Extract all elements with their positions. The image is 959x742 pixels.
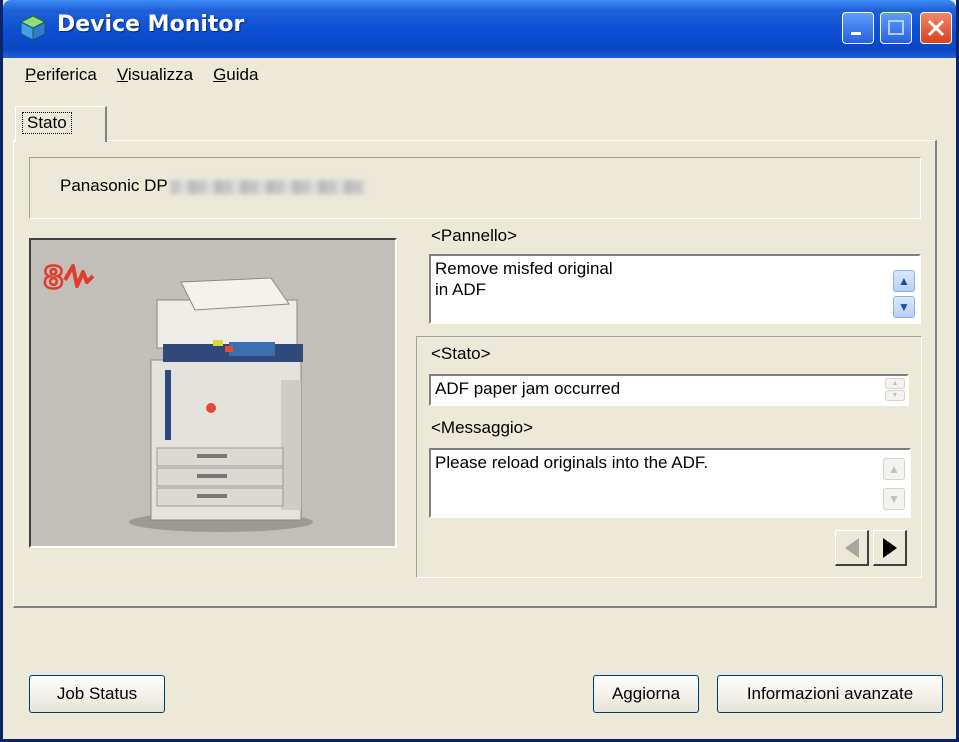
maximize-button[interactable]: [880, 12, 912, 44]
minimize-icon: [851, 32, 861, 35]
advanced-info-label: Informazioni avanzate: [746, 684, 914, 703]
status-value: ADF paper jam occurred: [435, 379, 621, 398]
tab-stato[interactable]: Stato: [15, 106, 107, 142]
mnemonic: P: [25, 65, 37, 84]
menu-label-rest: isualizza: [127, 65, 194, 84]
menu-guida[interactable]: Guida: [213, 65, 258, 85]
chevron-up-icon: ▲: [891, 380, 899, 387]
title-bar[interactable]: Device Monitor: [3, 0, 956, 58]
svg-text:8: 8: [43, 261, 64, 296]
job-status-label: Job Status: [56, 684, 138, 703]
job-status-button[interactable]: Job Status: [29, 675, 165, 713]
chevron-down-icon: ▼: [888, 492, 900, 506]
menu-bar: Periferica Visualizza Guida: [3, 58, 956, 92]
chevron-down-icon: ▼: [898, 300, 910, 314]
printer-image-view: 8: [29, 238, 397, 548]
device-name-text: Panasonic DP: [60, 176, 168, 195]
device-monitor-window: Device Monitor Periferica Visualizza Gui…: [0, 0, 959, 742]
device-name: Panasonic DP: [60, 176, 366, 196]
message-label: <Messaggio>: [431, 418, 534, 437]
previous-message-button[interactable]: [835, 530, 869, 566]
message-scroll-down-button[interactable]: ▼: [883, 488, 905, 510]
left-arrow-icon: [845, 538, 859, 558]
status-spin-down[interactable]: ▼: [885, 390, 905, 401]
device-name-box: Panasonic DP: [29, 157, 921, 219]
close-icon: [927, 19, 945, 37]
copier-image: [129, 277, 313, 532]
close-button[interactable]: [920, 12, 952, 44]
mnemonic: G: [213, 65, 227, 84]
status-spin-up[interactable]: ▲: [885, 378, 905, 389]
advanced-info-button[interactable]: Informazioni avanzate: [717, 675, 943, 713]
panel-line-1: Remove misfed original: [435, 259, 613, 278]
message-scroll-up-button[interactable]: ▲: [883, 458, 905, 480]
status-field[interactable]: ADF paper jam occurred ▲ ▼: [429, 374, 909, 406]
refresh-button[interactable]: Aggiorna: [593, 675, 699, 713]
device-monitor-app-icon: [19, 15, 47, 41]
mnemonic: V: [116, 65, 128, 84]
panel-display[interactable]: Remove misfed original in ADF ▲ ▼: [429, 254, 921, 324]
error-status-icon: 8: [43, 260, 95, 297]
minimize-button[interactable]: [842, 12, 874, 44]
menu-periferica[interactable]: Periferica: [25, 65, 97, 85]
panel-label: <Pannello>: [431, 226, 518, 245]
right-arrow-icon: [883, 538, 897, 558]
status-label: <Stato>: [431, 344, 491, 363]
menu-visualizza[interactable]: Visualizza: [117, 65, 193, 85]
menu-label-rest: eriferica: [36, 65, 97, 84]
message-field[interactable]: Please reload originals into the ADF. ▲ …: [429, 448, 911, 518]
tab-label: Stato: [22, 112, 72, 134]
refresh-label: Aggiorna: [611, 684, 681, 703]
maximize-icon: [888, 20, 904, 35]
menu-label-rest: uida: [226, 65, 259, 84]
next-message-button[interactable]: [873, 530, 907, 566]
redacted-model-number: [169, 179, 366, 194]
window-title: Device Monitor: [57, 12, 245, 37]
panel-scroll-down-button[interactable]: ▼: [893, 296, 915, 318]
panel-line-2: in ADF: [435, 280, 487, 299]
chevron-up-icon: ▲: [898, 274, 910, 288]
chevron-up-icon: ▲: [888, 462, 900, 476]
chevron-down-icon: ▼: [891, 392, 899, 399]
message-value: Please reload originals into the ADF.: [435, 453, 709, 472]
panel-scroll-up-button[interactable]: ▲: [893, 270, 915, 292]
